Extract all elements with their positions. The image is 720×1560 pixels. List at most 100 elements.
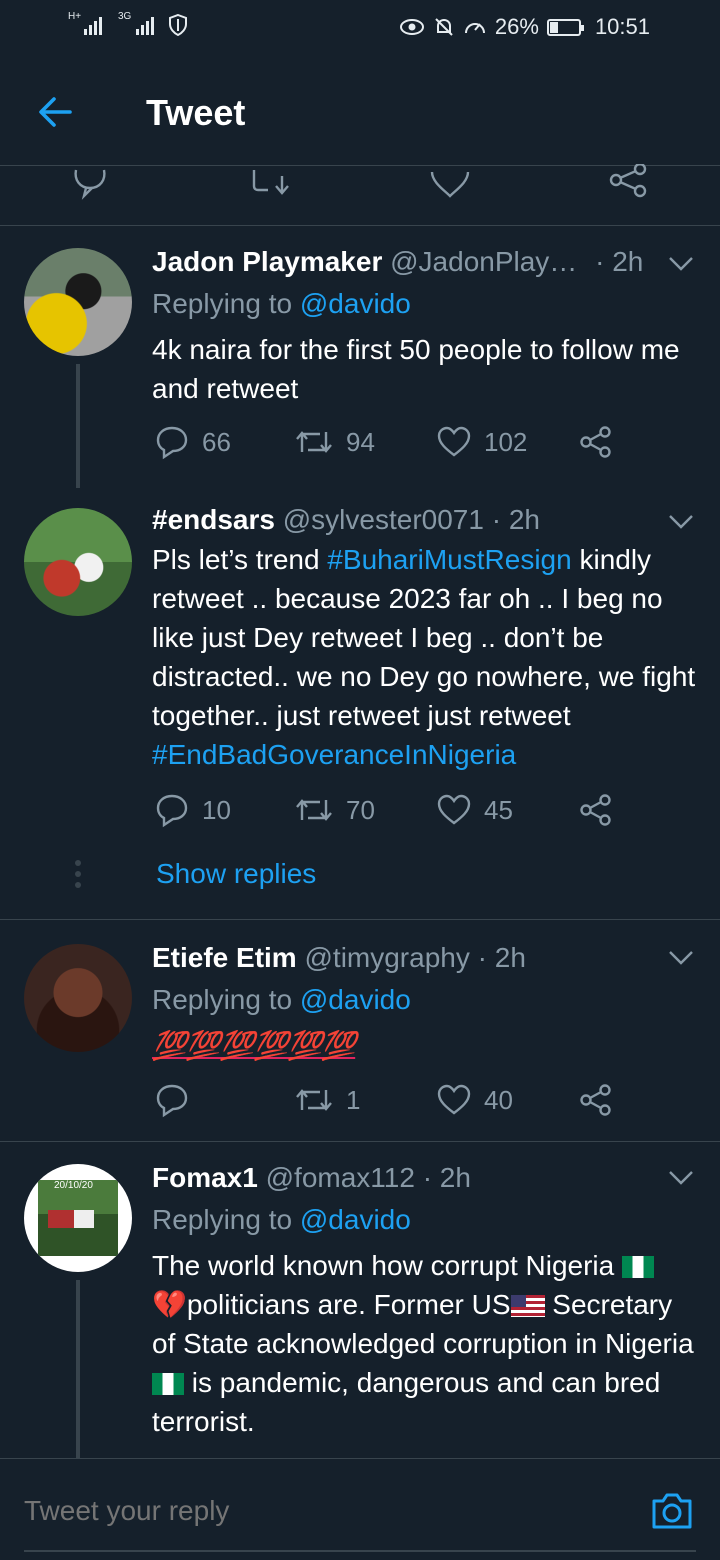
- like-count: 45: [484, 794, 513, 825]
- signal-type-label: H+: [68, 11, 82, 22]
- reply-tweet[interactable]: Jadon Playmaker @JadonPlay… · 2h Replyin…: [0, 226, 720, 488]
- tweet-actions: 1 40: [154, 1082, 634, 1122]
- clock: 10:51: [594, 14, 650, 39]
- display-name[interactable]: Jadon Playmaker: [152, 246, 382, 277]
- tweet-text-part: is pandemic, dangerous and can bred terr…: [152, 1367, 661, 1437]
- reply-count: 10: [202, 794, 231, 825]
- shield-icon: [169, 14, 187, 36]
- like-icon: [437, 426, 471, 457]
- tweet-time: · 2h: [595, 246, 644, 277]
- caret-down-icon[interactable]: [668, 950, 694, 966]
- reply-input[interactable]: [24, 1495, 584, 1527]
- retweet-icon[interactable]: [248, 168, 294, 196]
- hundred-emoji-row: 💯💯💯💯💯💯: [152, 1030, 356, 1061]
- avatar[interactable]: [24, 248, 132, 356]
- display-name[interactable]: Fomax1: [152, 1162, 258, 1193]
- caret-down-icon[interactable]: [668, 514, 694, 530]
- tweet-text: Pls let’s trend #BuhariMustResign kindly…: [152, 540, 696, 774]
- main-tweet-actions: [0, 164, 720, 226]
- hashtag-link[interactable]: #BuhariMustResign: [327, 544, 571, 575]
- battery-percent: 26%: [494, 14, 539, 39]
- signal-type-label-2: 3G: [118, 11, 132, 22]
- us-flag-icon: [510, 1295, 545, 1317]
- status-bar: H+ 3G 26% 10:51: [0, 0, 720, 56]
- reply-action[interactable]: [154, 1082, 202, 1118]
- tweet-time: · 2h: [422, 1162, 471, 1193]
- retweet-icon: [296, 1089, 332, 1111]
- like-icon: [437, 794, 471, 825]
- mention-link[interactable]: @davido: [300, 288, 411, 319]
- battery-icon: [546, 18, 584, 36]
- thread-dots: [74, 860, 82, 893]
- retweet-action[interactable]: 94: [294, 424, 375, 460]
- tweet-text: 💯💯💯💯💯💯: [152, 1026, 696, 1065]
- reply-input-underline: [24, 1550, 696, 1552]
- hashtag-link[interactable]: #EndBadGoveranceInNigeria: [152, 739, 516, 770]
- replying-prefix: Replying to: [152, 984, 300, 1015]
- tweet-text-part: The world known how corrupt Nigeria: [152, 1250, 622, 1281]
- avatar[interactable]: [24, 508, 132, 616]
- display-name[interactable]: Etiefe Etim: [152, 942, 297, 973]
- share-icon[interactable]: [578, 792, 614, 828]
- mention-link[interactable]: @davido: [300, 984, 411, 1015]
- reply-action[interactable]: 10: [154, 792, 231, 828]
- reply-icon[interactable]: [70, 168, 110, 200]
- reply-tweet[interactable]: #endsars @sylvester0071 · 2h Pls let’s t…: [0, 488, 720, 920]
- replying-prefix: Replying to: [152, 288, 300, 319]
- avatar-image: 20/10/20: [38, 1180, 118, 1256]
- share-icon[interactable]: [608, 164, 650, 200]
- user-handle[interactable]: @sylvester0071: [283, 504, 484, 535]
- like-action[interactable]: 45: [436, 792, 513, 828]
- reply-icon: [156, 794, 188, 828]
- page-title: Tweet: [146, 92, 246, 133]
- eye-icon: [399, 19, 424, 35]
- share-icon[interactable]: [578, 1082, 614, 1118]
- user-handle[interactable]: @JadonPlay…: [390, 246, 577, 277]
- camera-icon[interactable]: [650, 1491, 694, 1531]
- tweet-header: Fomax1 @fomax112 · 2h: [152, 1162, 700, 1194]
- retweet-count: 1: [346, 1084, 361, 1115]
- tweet-header: #endsars @sylvester0071 · 2h: [152, 504, 700, 536]
- like-count: 40: [484, 1084, 513, 1115]
- tweet-actions: 10 70 45: [154, 792, 634, 832]
- replying-to: Replying to @davido: [152, 1204, 411, 1236]
- show-replies-link[interactable]: Show replies: [156, 858, 316, 890]
- like-action[interactable]: 102: [436, 424, 527, 460]
- like-action[interactable]: 40: [436, 1082, 513, 1118]
- share-icon[interactable]: [578, 424, 614, 460]
- tweet-text-part: Pls let’s trend: [152, 544, 328, 575]
- status-left: H+ 3G: [68, 11, 188, 36]
- retweet-action[interactable]: 1: [294, 1082, 360, 1118]
- tweet-text-part: politicians are. Former US: [186, 1289, 511, 1320]
- tweet-header: Jadon Playmaker @JadonPlay… · 2h: [152, 246, 700, 278]
- like-icon[interactable]: [430, 168, 470, 198]
- reply-tweet[interactable]: 20/10/20 Fomax1 @fomax112 · 2h Replying …: [0, 1142, 720, 1458]
- reply-composer: [0, 1458, 720, 1560]
- caret-down-icon[interactable]: [668, 256, 694, 272]
- mention-link[interactable]: @davido: [300, 1204, 411, 1235]
- avatar[interactable]: [24, 944, 132, 1052]
- user-handle[interactable]: @timygraphy: [304, 942, 469, 973]
- replying-prefix: Replying to: [152, 1204, 300, 1235]
- user-handle[interactable]: @fomax112: [266, 1162, 415, 1193]
- signal-icon-2: 3G: [118, 11, 154, 35]
- retweet-action[interactable]: 70: [294, 792, 375, 828]
- retweet-count: 94: [346, 426, 375, 457]
- back-arrow-icon[interactable]: [34, 90, 78, 134]
- speed-icon: [464, 23, 485, 34]
- retweet-count: 70: [346, 794, 375, 825]
- avatar-date-text: 20/10/20: [54, 1180, 93, 1191]
- broken-heart-icon: 💔: [152, 1289, 187, 1320]
- replying-to: Replying to @davido: [152, 984, 411, 1016]
- display-name[interactable]: #endsars: [152, 504, 275, 535]
- like-icon: [437, 1084, 471, 1115]
- reply-tweet[interactable]: Etiefe Etim @timygraphy · 2h Replying to…: [0, 920, 720, 1142]
- reply-action[interactable]: 66: [154, 424, 231, 460]
- mute-bell-icon: [435, 18, 453, 36]
- avatar[interactable]: 20/10/20: [24, 1164, 132, 1272]
- retweet-icon: [296, 799, 332, 821]
- tweet-actions: 66 94 102: [154, 424, 634, 464]
- caret-down-icon[interactable]: [668, 1170, 694, 1186]
- retweet-icon: [296, 431, 332, 453]
- replying-to: Replying to @davido: [152, 288, 411, 320]
